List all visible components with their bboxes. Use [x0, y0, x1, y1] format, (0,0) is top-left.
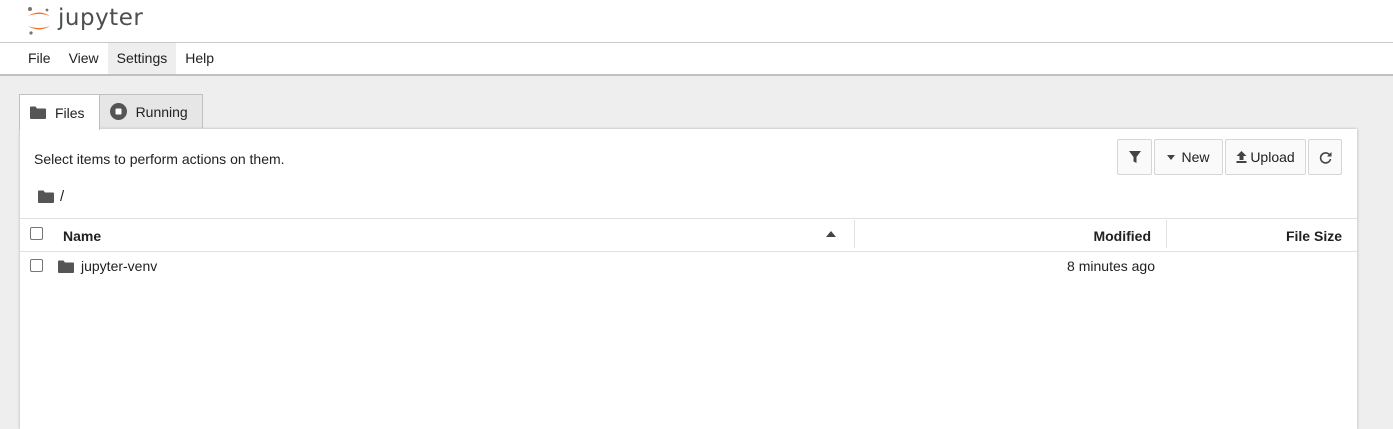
- select-all-checkbox[interactable]: [30, 227, 43, 240]
- menu-view[interactable]: View: [60, 43, 108, 74]
- column-header-modified[interactable]: Modified: [1093, 228, 1151, 244]
- top-header: jupyter: [0, 0, 1393, 43]
- stop-circle-icon: [109, 103, 127, 120]
- folder-icon: [58, 260, 74, 273]
- logo-text: jupyter: [58, 5, 144, 31]
- filter-button[interactable]: [1117, 139, 1152, 175]
- tab-files-label: Files: [55, 104, 85, 121]
- new-button[interactable]: New: [1154, 139, 1223, 175]
- column-header-file-size[interactable]: File Size: [1286, 228, 1342, 244]
- column-header-name[interactable]: Name: [63, 228, 101, 244]
- column-divider[interactable]: [854, 220, 855, 248]
- menu-help[interactable]: Help: [176, 43, 223, 74]
- tab-running[interactable]: Running: [98, 94, 203, 128]
- file-browser-panel: Select items to perform actions on them.…: [20, 129, 1357, 429]
- menu-file[interactable]: File: [0, 43, 60, 74]
- new-button-label: New: [1181, 149, 1210, 165]
- upload-icon: [1236, 151, 1247, 163]
- file-list-header: Name Modified File Size: [20, 218, 1357, 252]
- folder-icon: [30, 106, 46, 119]
- menu-settings[interactable]: Settings: [107, 43, 177, 74]
- file-list-row[interactable]: jupyter-venv 8 minutes ago: [20, 254, 1357, 278]
- filter-icon: [1128, 150, 1141, 163]
- row-name[interactable]: jupyter-venv: [81, 258, 157, 274]
- row-checkbox[interactable]: [30, 259, 43, 272]
- caret-down-icon: [1167, 154, 1176, 160]
- jupyter-logo-icon: [28, 7, 50, 35]
- menu-bar: File View Settings Help: [0, 43, 1393, 76]
- breadcrumb-home-folder-icon[interactable]: [38, 190, 54, 203]
- tab-running-label: Running: [135, 103, 188, 120]
- tab-bar: Files Running: [19, 94, 203, 130]
- column-divider[interactable]: [1166, 220, 1167, 248]
- file-toolbar: New Upload: [1117, 139, 1342, 175]
- jupyter-logo[interactable]: jupyter: [26, 4, 143, 38]
- sort-ascending-icon[interactable]: [826, 231, 836, 237]
- refresh-button[interactable]: [1308, 139, 1342, 175]
- upload-button-label: Upload: [1250, 149, 1295, 165]
- upload-button[interactable]: Upload: [1225, 139, 1306, 175]
- refresh-icon: [1319, 151, 1331, 164]
- status-text: Select items to perform actions on them.: [34, 151, 285, 167]
- breadcrumb: /: [38, 188, 64, 205]
- tab-files[interactable]: Files: [19, 94, 100, 130]
- breadcrumb-path: /: [60, 188, 65, 205]
- row-modified: 8 minutes ago: [1067, 258, 1155, 274]
